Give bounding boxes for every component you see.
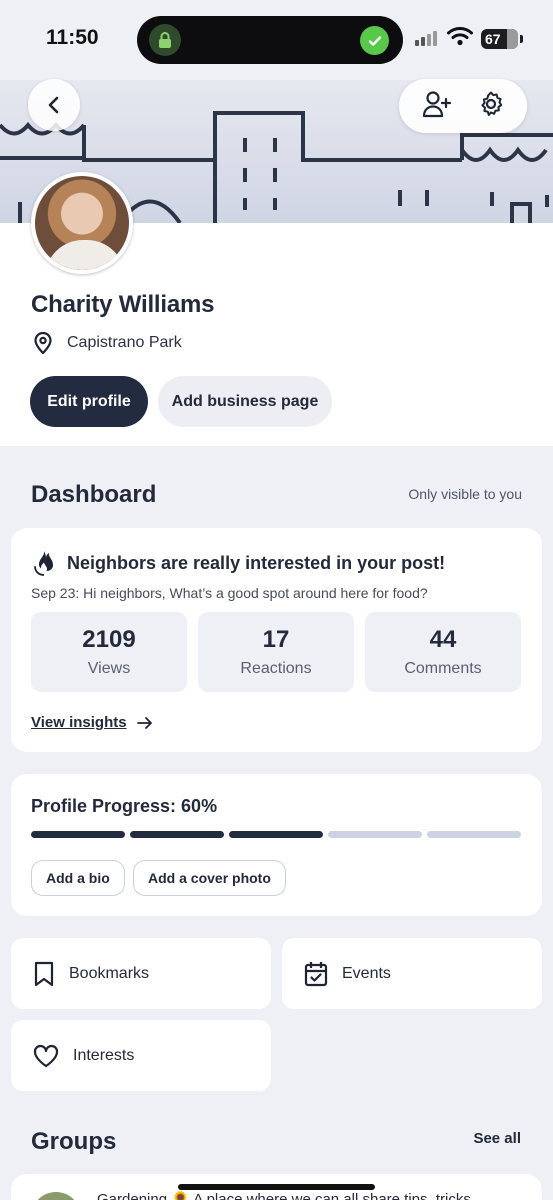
status-time: 11:50 xyxy=(46,26,99,49)
bookmark-icon xyxy=(34,961,54,986)
add-business-page-button[interactable]: Add business page xyxy=(158,376,332,427)
person-add-icon xyxy=(422,90,451,117)
settings-button[interactable] xyxy=(477,90,505,123)
stat-comments[interactable]: 44 Comments xyxy=(365,612,521,692)
group-title: Gardening 🌻 A place where we can all sha… xyxy=(97,1191,471,1200)
post-excerpt: Sep 23: Hi neighbors, What’s a good spot… xyxy=(31,585,428,601)
header-actions xyxy=(399,79,527,133)
progress-segment xyxy=(427,831,521,838)
add-cover-photo-button[interactable]: Add a cover photo xyxy=(133,860,286,896)
visibility-note: Only visible to you xyxy=(408,486,522,502)
view-insights-link[interactable]: View insights xyxy=(31,714,153,731)
groups-title: Groups xyxy=(31,1128,117,1155)
profile-name: Charity Williams xyxy=(31,291,215,318)
flame-icon xyxy=(34,551,54,576)
see-all-groups-link[interactable]: See all xyxy=(473,1130,521,1147)
progress-segment xyxy=(229,831,323,838)
heart-icon xyxy=(33,1044,59,1067)
gear-icon xyxy=(480,91,502,116)
insight-headline: Neighbors are really interested in your … xyxy=(33,550,445,576)
back-button[interactable] xyxy=(28,79,80,131)
stat-views[interactable]: 2109 Views xyxy=(31,612,187,692)
stat-label: Views xyxy=(87,660,131,677)
stat-label: Comments xyxy=(404,660,482,677)
stat-value: 44 xyxy=(429,626,457,653)
chevron-left-icon xyxy=(48,96,59,114)
location-label: Capistrano Park xyxy=(67,334,182,351)
progress-segment xyxy=(328,831,422,838)
check-icon xyxy=(360,26,389,55)
interests-tile[interactable]: Interests xyxy=(11,1020,271,1091)
edit-profile-button[interactable]: Edit profile xyxy=(30,376,148,427)
status-bar: 11:50 67 xyxy=(0,0,553,80)
post-insight-card: Neighbors are really interested in your … xyxy=(11,528,542,752)
location-pin-icon xyxy=(34,331,52,355)
arrow-right-icon xyxy=(136,716,152,729)
battery-icon: 67 xyxy=(481,29,523,49)
stat-label: Reactions xyxy=(240,660,312,677)
profile-location: Capistrano Park xyxy=(33,331,182,355)
group-thumbnail xyxy=(31,1192,81,1200)
insight-headline-text: Neighbors are really interested in your … xyxy=(67,552,446,573)
home-indicator[interactable] xyxy=(178,1184,375,1190)
calendar-icon xyxy=(304,961,328,986)
bookmarks-tile[interactable]: Bookmarks xyxy=(11,938,271,1009)
stat-reactions[interactable]: 17 Reactions xyxy=(198,612,354,692)
dashboard-title: Dashboard xyxy=(31,481,157,508)
avatar[interactable] xyxy=(31,172,133,274)
profile-progress-card: Profile Progress: 60% Add a bio Add a co… xyxy=(11,774,542,916)
progress-bar xyxy=(31,831,521,838)
stat-value: 2109 xyxy=(82,626,136,653)
vpn-lock-icon xyxy=(149,24,181,56)
progress-title: Profile Progress: 60% xyxy=(31,796,218,816)
signal-icon xyxy=(415,31,437,46)
add-friend-button[interactable] xyxy=(422,90,452,123)
battery-level: 67 xyxy=(485,31,501,47)
interests-label: Interests xyxy=(73,1046,135,1064)
wifi-icon xyxy=(447,26,473,51)
add-bio-button[interactable]: Add a bio xyxy=(31,860,125,896)
progress-segment xyxy=(31,831,125,838)
events-tile[interactable]: Events xyxy=(282,938,542,1009)
view-insights-label: View insights xyxy=(31,714,127,731)
events-label: Events xyxy=(342,964,391,982)
bookmarks-label: Bookmarks xyxy=(69,964,150,982)
progress-segment xyxy=(130,831,224,838)
dynamic-island xyxy=(137,16,403,64)
stat-value: 17 xyxy=(262,626,290,653)
